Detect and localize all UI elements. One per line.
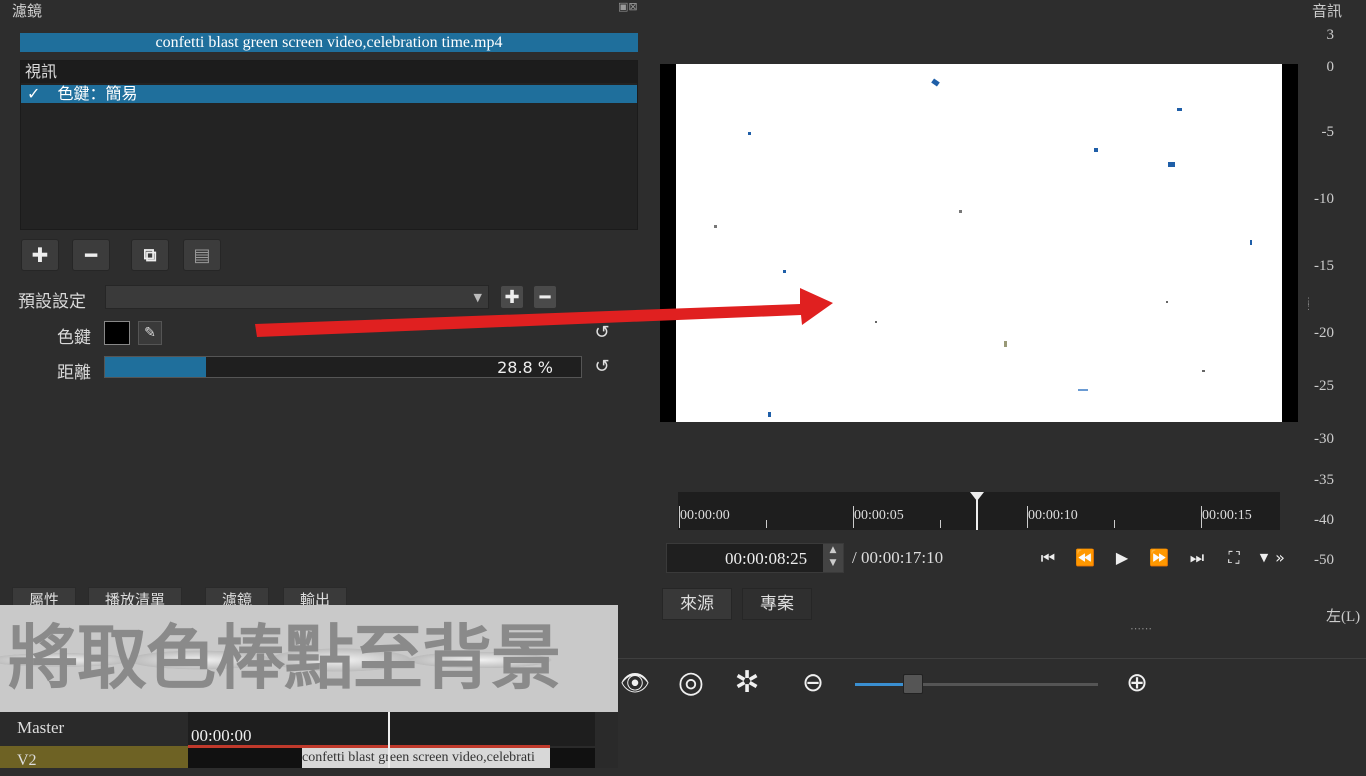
zoom-out-button[interactable]: ⊖ xyxy=(796,666,830,700)
rewind-button[interactable]: ⏪ xyxy=(1071,546,1099,570)
ripple-all-button[interactable]: ✲ xyxy=(730,666,764,700)
asterisk-icon: ✲ xyxy=(734,665,760,700)
scrubber-label: 00:00:05 xyxy=(854,508,904,523)
play-icon: ▶ xyxy=(1115,548,1129,567)
time-spinner[interactable]: ▲ ▼ xyxy=(823,544,843,572)
key-color-swatch[interactable] xyxy=(104,321,130,345)
ripple-eye-button[interactable]: 👁 xyxy=(618,666,652,700)
play-button[interactable]: ▶ xyxy=(1108,546,1136,570)
zoom-slider-fill xyxy=(855,683,905,686)
skip-start-icon: ⏮ xyxy=(1040,548,1056,567)
clip-name: confetti blast green screen video,celebr… xyxy=(20,33,638,52)
meter-label: -5 xyxy=(1321,124,1335,140)
meter-label: 0 xyxy=(1326,59,1335,75)
meter-label: -25 xyxy=(1314,378,1334,394)
current-time-field[interactable]: 00:00:08:25 ▲ ▼ xyxy=(666,543,844,573)
tutorial-caption: 將取色棒點至背景 xyxy=(8,617,561,699)
meter-label: -20 xyxy=(1314,325,1334,341)
video-frame xyxy=(676,64,1282,422)
timeline-clip[interactable]: confetti blast green screen video,celebr… xyxy=(302,748,550,768)
filter-category: 視訊 xyxy=(21,61,637,83)
meter-label: 3 xyxy=(1326,27,1335,43)
more-button[interactable]: » xyxy=(1270,546,1290,570)
meter-label: -10 xyxy=(1314,191,1334,207)
eyedropper-button[interactable]: ✎ xyxy=(138,321,162,345)
meter-channel-label: 左(L) xyxy=(1326,609,1361,625)
fit-frame-icon: ⛶ xyxy=(1228,548,1240,567)
meter-label: -35 xyxy=(1314,472,1334,488)
add-filter-button[interactable]: ✚ xyxy=(21,239,59,271)
meter-label: -30 xyxy=(1314,431,1334,447)
chevron-down-icon: ▼ xyxy=(1259,551,1269,564)
filter-item-label: 色鍵：簡易 xyxy=(57,84,138,103)
splitter-handle-icon[interactable]: ⋯⋯ xyxy=(1130,622,1152,635)
annotation-arrow-icon xyxy=(255,288,833,337)
total-duration: / 00:00:17:10 xyxy=(852,548,944,567)
key-color-label: 色鍵 xyxy=(57,328,91,348)
zoom-in-icon: ⊕ xyxy=(1126,668,1148,698)
ruler-time-label: 00:00:00 xyxy=(191,726,252,745)
tab-project[interactable]: 專案 xyxy=(742,588,812,620)
audio-meter-title: 音訊 xyxy=(1312,2,1343,20)
timeline-playhead[interactable] xyxy=(388,712,390,768)
check-icon[interactable]: ✓ xyxy=(27,84,40,103)
rewind-icon: ⏪ xyxy=(1075,548,1095,567)
current-time: 00:00:08:25 xyxy=(725,549,808,568)
zoom-fit-button[interactable]: ⛶ xyxy=(1220,546,1248,570)
scrubber-label: 00:00:15 xyxy=(1202,508,1252,523)
skip-end-icon: ⏭ xyxy=(1189,548,1205,567)
eye-icon: 👁 xyxy=(619,669,651,697)
reset-icon: ↺ xyxy=(594,356,610,377)
copy-icon: ⧉ xyxy=(143,244,157,266)
splitter-handle-icon[interactable]: ⋮ ⋮ xyxy=(1304,298,1313,312)
filter-list[interactable]: 視訊 ✓ 色鍵：簡易 xyxy=(20,60,638,230)
target-icon: ◎ xyxy=(677,665,705,700)
panel-title: 濾鏡 xyxy=(12,2,43,20)
distance-value: 28.8 % xyxy=(497,358,553,377)
fast-forward-icon: ⏩ xyxy=(1149,548,1169,567)
copy-filter-button[interactable]: ⧉ xyxy=(131,239,169,271)
dock-float-close-icon[interactable]: ▣⊠ xyxy=(618,0,638,13)
paste-filter-button[interactable]: ▤ xyxy=(183,239,221,271)
zoom-out-icon: ⊖ xyxy=(802,668,824,698)
eyedropper-icon: ✎ xyxy=(144,325,156,341)
skip-to-start-button[interactable]: ⏮ xyxy=(1034,546,1062,570)
more-icon: » xyxy=(1275,548,1285,567)
scrubber-label: 00:00:00 xyxy=(680,508,730,523)
distance-slider-fill xyxy=(105,357,207,377)
distance-slider[interactable]: 28.8 % xyxy=(104,356,582,378)
preset-label: 預設設定 xyxy=(18,292,86,312)
scrubber-bar[interactable]: 00:00:00 00:00:05 00:00:10 00:00:15 xyxy=(678,492,1280,530)
skip-to-end-button[interactable]: ⏭ xyxy=(1183,546,1211,570)
remove-filter-button[interactable]: ━ xyxy=(72,239,110,271)
reset-distance-button[interactable]: ↺ xyxy=(592,357,612,377)
master-track-label: Master xyxy=(17,718,65,737)
scrubber-label: 00:00:10 xyxy=(1028,508,1078,523)
track-v2-label[interactable]: V2 xyxy=(0,746,188,769)
fast-forward-button[interactable]: ⏩ xyxy=(1145,546,1173,570)
plus-icon: ✚ xyxy=(31,243,49,267)
minus-icon: ━ xyxy=(84,243,98,267)
filter-item-chroma-key[interactable]: ✓ 色鍵：簡易 xyxy=(21,85,637,103)
distance-label: 距離 xyxy=(57,363,91,383)
meter-label: -50 xyxy=(1314,552,1334,568)
snap-button[interactable]: ◎ xyxy=(674,666,708,700)
zoom-in-button[interactable]: ⊕ xyxy=(1120,666,1154,700)
tab-source[interactable]: 來源 xyxy=(662,588,732,620)
zoom-slider-handle[interactable] xyxy=(903,674,923,694)
meter-label: -15 xyxy=(1314,258,1334,274)
meter-label: -40 xyxy=(1314,512,1334,528)
scrubber-playhead[interactable] xyxy=(970,492,984,530)
paste-icon: ▤ xyxy=(193,244,211,266)
